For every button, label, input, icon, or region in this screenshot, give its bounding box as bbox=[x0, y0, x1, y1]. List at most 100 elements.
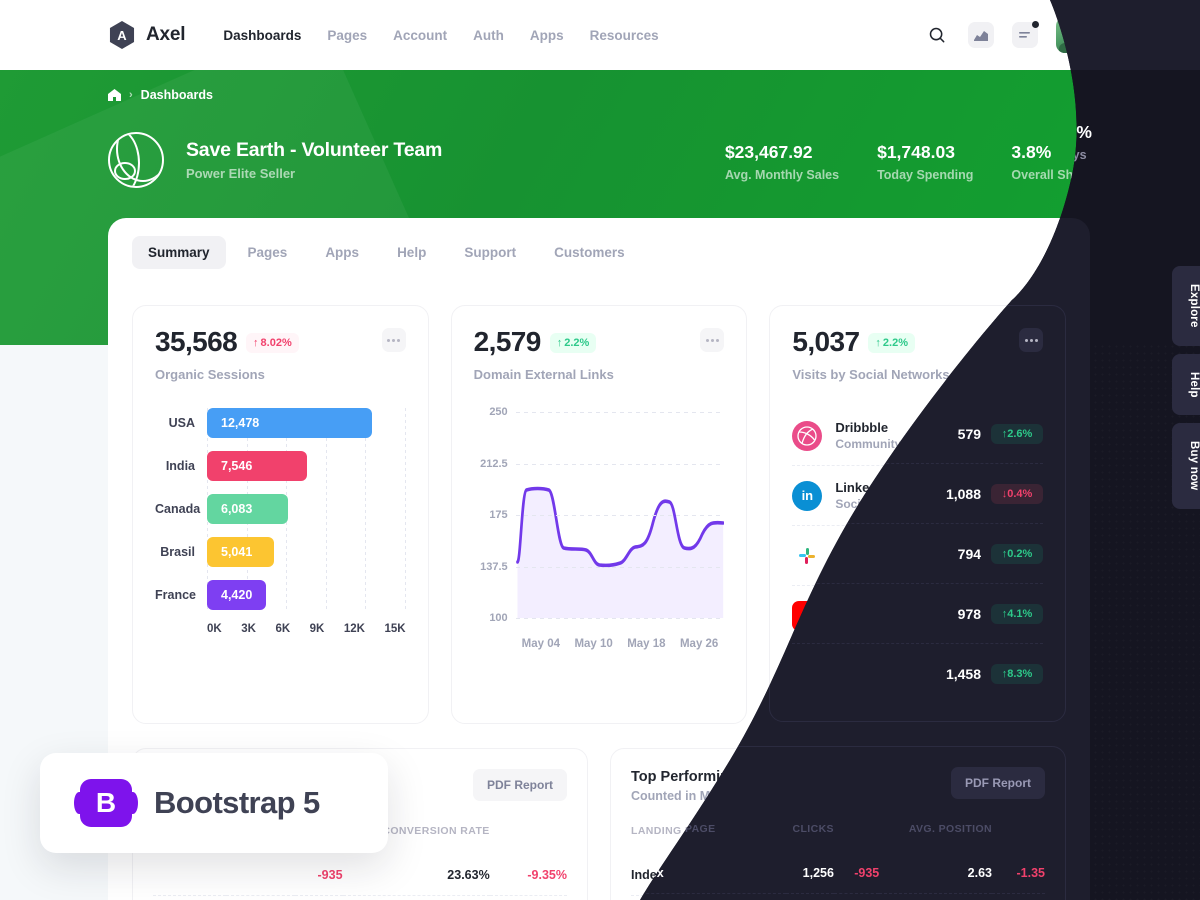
nav-item-account[interactable]: Account bbox=[393, 28, 447, 43]
pdf-report-button[interactable]: PDF Report bbox=[951, 767, 1045, 799]
bar-value: 5,041 bbox=[207, 537, 274, 567]
brand-logo[interactable]: A Axel bbox=[108, 21, 186, 49]
cell-rate: 12.45% bbox=[342, 895, 490, 900]
tab-customers[interactable]: Customers bbox=[538, 236, 641, 269]
rail-button-help[interactable]: Help bbox=[1172, 353, 1200, 416]
brand-mark-icon: A bbox=[109, 21, 135, 49]
metric-value: 2,579 bbox=[473, 326, 542, 357]
nav-item-apps[interactable]: Apps bbox=[530, 28, 564, 43]
hero-stat-label: Today Spending bbox=[877, 168, 974, 182]
x-tick: 12K bbox=[343, 623, 365, 635]
x-tick: 0K bbox=[207, 623, 222, 635]
list-item[interactable]: .. 1,458 ↑8.3% bbox=[792, 643, 1043, 703]
area-chart-y-axis: 100 137.5 175 212.5 250 bbox=[474, 406, 508, 624]
notifications-icon[interactable] bbox=[1012, 21, 1039, 48]
table-header-row: LANDING PAGE CLICKS AVG. POSITION bbox=[631, 819, 1045, 853]
card-metric: 5,037 ↑ 2.2% Visits by Social Networks bbox=[792, 328, 949, 383]
table-row[interactable]: -576 12.45% -57.02% bbox=[153, 895, 567, 900]
tab-support[interactable]: Support bbox=[448, 236, 532, 269]
metric-delta-badge: ↑ 2.2% bbox=[868, 333, 915, 353]
y-tick: 100 bbox=[489, 612, 508, 624]
cell-rate-delta: -9.35% bbox=[527, 868, 567, 882]
bar-value: 6,083 bbox=[207, 494, 288, 524]
hero-stat-value: $1,748.03 bbox=[877, 142, 955, 162]
bar-row-canada: Canada 6,083 bbox=[155, 494, 406, 524]
gridline bbox=[515, 412, 725, 413]
pdf-report-button[interactable]: PDF Report bbox=[473, 769, 567, 801]
breadcrumb-current[interactable]: Dashboards bbox=[141, 88, 213, 102]
cell-position: 1.45 bbox=[879, 894, 992, 900]
card-header: 2,579 ↑ 2.2% Domain External Links bbox=[474, 328, 725, 382]
rail-button-explore[interactable]: Explore bbox=[1172, 266, 1200, 346]
nav-item-resources[interactable]: Resources bbox=[590, 28, 659, 43]
home-icon bbox=[108, 89, 121, 101]
hero-stat-value: $23,467.92 bbox=[724, 142, 813, 162]
nav-item-pages[interactable]: Pages bbox=[327, 28, 367, 43]
bar-label: Canada bbox=[155, 502, 201, 516]
x-tick: 9K bbox=[309, 623, 325, 635]
nav-item-auth[interactable]: Auth bbox=[473, 28, 504, 43]
cell-position-delta: 0.32 bbox=[992, 894, 1045, 900]
search-icon[interactable] bbox=[924, 22, 950, 48]
cell-position-delta: -1.35 bbox=[1016, 866, 1045, 880]
metric-label: Organic Sessions bbox=[155, 367, 265, 382]
column-header-clicks: CLICKS bbox=[792, 823, 834, 835]
bar-row-india: India 7,546 bbox=[155, 451, 406, 481]
bar-track: 12,478 bbox=[207, 408, 406, 438]
hero-stat-label: Avg. Monthly Sales bbox=[724, 168, 840, 182]
x-tick: 3K bbox=[241, 623, 256, 635]
nav-item-dashboards[interactable]: Dashboards bbox=[223, 28, 301, 43]
bootstrap-icon: B bbox=[74, 779, 138, 827]
breadcrumb: › Dashboards bbox=[108, 88, 1092, 102]
bar-track: 6,083 bbox=[207, 494, 406, 524]
gridline bbox=[515, 515, 725, 516]
x-tick: 6K bbox=[275, 623, 291, 635]
card-metric: 35,568 ↑ 8.02% Organic Sessions bbox=[155, 328, 299, 382]
bootstrap-logo-letter: B bbox=[95, 787, 117, 818]
panel-tabs: Summary Pages Apps Help Support Customer… bbox=[108, 218, 1090, 269]
social-value: 794 bbox=[957, 545, 982, 562]
cell-position: 2.63 bbox=[967, 866, 993, 880]
table-row[interactable]: -935 23.63% -9.35% bbox=[153, 855, 567, 896]
tab-apps[interactable]: Apps bbox=[309, 236, 375, 269]
y-tick: 137.5 bbox=[480, 560, 508, 573]
chart-icon-bg bbox=[968, 22, 994, 48]
card-menu-button[interactable] bbox=[381, 328, 406, 352]
bar-row-france: France 4,420 bbox=[155, 580, 406, 610]
column-header-position-delta bbox=[992, 819, 1045, 853]
gridline bbox=[515, 618, 725, 619]
brand-name: Axel bbox=[146, 24, 186, 45]
metric-delta-badge: ↑ 2.2% bbox=[549, 333, 597, 353]
main-nav-links: Dashboards Pages Account Auth Apps Resou… bbox=[223, 28, 658, 43]
tab-summary[interactable]: Summary bbox=[132, 236, 226, 269]
area-chart-plot bbox=[515, 412, 725, 619]
rail-button-buy-now[interactable]: Buy now bbox=[1172, 423, 1200, 509]
social-value: 1,458 bbox=[945, 665, 982, 682]
card-menu-button[interactable] bbox=[700, 328, 725, 352]
tab-pages[interactable]: Pages bbox=[232, 236, 304, 269]
x-tick: May 26 bbox=[679, 638, 719, 650]
chart-icon[interactable] bbox=[968, 22, 994, 48]
cell-sessions bbox=[226, 855, 295, 896]
cell-rate-delta: -57.02% bbox=[489, 895, 567, 900]
bar-label: Brasil bbox=[160, 545, 195, 559]
social-delta: ↑8.3% bbox=[991, 664, 1043, 684]
social-delta: ↑2.6% bbox=[991, 424, 1043, 444]
slack-icon bbox=[792, 541, 822, 571]
dribbble-icon bbox=[792, 420, 823, 451]
y-tick: 175 bbox=[489, 509, 508, 521]
gridline bbox=[515, 566, 725, 568]
card-metric: 2,579 ↑ 2.2% Domain External Links bbox=[473, 326, 614, 383]
bootstrap-promo-card[interactable]: B Bootstrap 5 bbox=[40, 753, 388, 853]
table-row[interactable]: Index 1,256 -935 2.63 -1.35 bbox=[631, 853, 1045, 894]
card-menu-button[interactable] bbox=[1019, 328, 1043, 352]
hero-main-row: Save Earth - Volunteer Team Power Elite … bbox=[108, 132, 1092, 188]
bar-row-brasil: Brasil 5,041 bbox=[155, 537, 406, 567]
tab-help[interactable]: Help bbox=[381, 236, 442, 269]
bar-chart-x-axis: 0K 3K 6K 9K 12K 15K bbox=[207, 623, 406, 635]
list-item[interactable]: .. 978 ↑4.1% bbox=[792, 583, 1043, 643]
social-value: 579 bbox=[957, 425, 982, 442]
table-row[interactable]: Products 446 -576 1.45 0.32 bbox=[631, 894, 1045, 900]
bar-track: 7,546 bbox=[207, 451, 406, 481]
bar-label: France bbox=[155, 588, 196, 602]
